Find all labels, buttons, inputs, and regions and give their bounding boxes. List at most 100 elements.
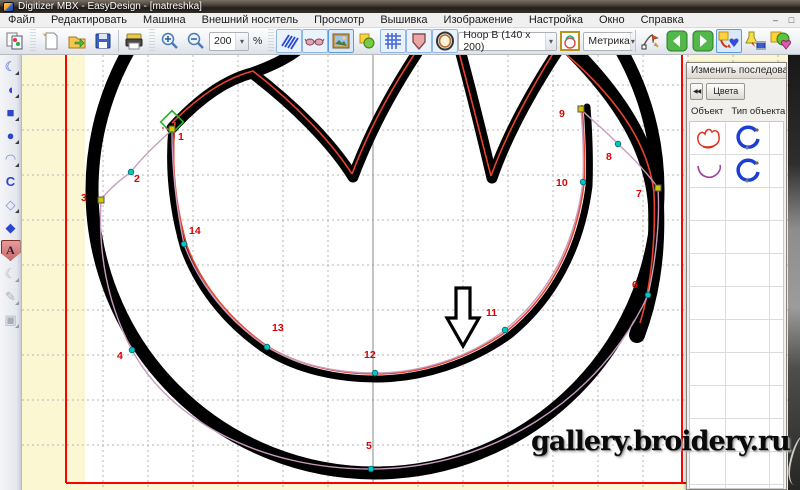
node-dot-2[interactable]	[128, 169, 134, 175]
node-dot-5[interactable]	[368, 466, 374, 472]
resequence-panel-titlebar[interactable]: Изменить последовате... ✕	[687, 63, 786, 79]
resequence-panel-title: Изменить последовате...	[691, 65, 786, 76]
menu-embroidery[interactable]: Вышивка	[372, 13, 435, 28]
grid-toggle-icon[interactable]	[380, 29, 406, 53]
punch-fill-blob-tool[interactable]: ◖	[1, 79, 21, 100]
mdi-minimize-button[interactable]: –	[769, 15, 782, 25]
node-dot-14[interactable]	[181, 241, 187, 247]
show-backdrop-icon[interactable]	[328, 29, 354, 53]
open-shape-tool[interactable]: ◇	[1, 194, 21, 215]
main-toolbar: 200 ▾ % Hoop B (140 x 200) ▾	[0, 28, 800, 55]
node-dot-11[interactable]	[502, 327, 508, 333]
zoom-level-combo[interactable]: 200 ▾	[209, 32, 249, 51]
design-thumbnail-icon[interactable]	[557, 29, 583, 53]
empty-object-row[interactable]	[690, 485, 783, 489]
object-row-2[interactable]	[690, 155, 783, 188]
chevron-down-icon[interactable]: ▾	[630, 33, 635, 50]
column-object: Объект	[691, 106, 723, 117]
desktop-edge-strip	[788, 55, 800, 490]
menu-machine[interactable]: Машина	[135, 13, 194, 28]
menu-edit[interactable]: Редактировать	[43, 13, 135, 28]
thread-colors-icon[interactable]	[742, 29, 768, 53]
node-square-1[interactable]	[169, 126, 175, 132]
new-design-icon[interactable]	[38, 29, 64, 53]
convert-to-embroidery-icon[interactable]	[716, 29, 742, 53]
menu-settings[interactable]: Настройка	[521, 13, 591, 28]
menu-external-media[interactable]: Внешний носитель	[194, 13, 306, 28]
camera-tool-disabled: ▣	[1, 309, 21, 330]
menu-image[interactable]: Изображение	[436, 13, 521, 28]
menu-file[interactable]: Файл	[0, 13, 43, 28]
node-dot-6[interactable]	[645, 292, 651, 298]
empty-object-row[interactable]	[690, 254, 783, 287]
empty-object-row[interactable]	[690, 320, 783, 353]
show-shapes-icon[interactable]	[354, 29, 380, 53]
title-bar[interactable]: Digitizer MBX - EasyDesign - [matreshka]	[0, 0, 800, 13]
node-label-1: 1	[178, 131, 184, 143]
punch-outline-rect-tool[interactable]: ■	[1, 102, 21, 123]
node-dot-8[interactable]	[615, 141, 621, 147]
node-label-3: 3	[81, 192, 87, 204]
node-square-3[interactable]	[98, 197, 104, 203]
units-combo[interactable]: Метрика ▾	[583, 32, 633, 51]
stitch-view-icon[interactable]	[276, 29, 302, 53]
node-dot-13[interactable]	[264, 344, 270, 350]
node-square-9[interactable]	[578, 106, 584, 112]
next-object-icon[interactable]	[690, 29, 716, 53]
prev-object-icon[interactable]	[664, 29, 690, 53]
node-dot-12[interactable]	[372, 370, 378, 376]
empty-object-row[interactable]	[690, 287, 783, 320]
empty-object-row[interactable]	[690, 188, 783, 221]
node-label-14: 14	[189, 225, 201, 237]
zoom-in-icon[interactable]	[157, 29, 183, 53]
chevron-down-icon[interactable]: ▾	[235, 33, 248, 50]
chevron-down-icon[interactable]: ▾	[545, 33, 557, 50]
hoop-ring-icon[interactable]	[432, 29, 458, 53]
column-object-type: Тип объекта	[731, 106, 785, 117]
reshape-icon[interactable]	[638, 29, 664, 53]
edit-extra-icon[interactable]	[794, 29, 800, 53]
app-icon	[3, 2, 14, 12]
menu-window[interactable]: Окно	[591, 13, 633, 28]
menu-help[interactable]: Справка	[633, 13, 692, 28]
design-canvas[interactable]: 1234567891011121314	[22, 55, 788, 490]
node-label-2: 2	[134, 173, 140, 185]
application-window: Digitizer MBX - EasyDesign - [matreshka]…	[0, 0, 800, 490]
units-value: Метрика	[588, 35, 630, 47]
zoom-out-icon[interactable]	[183, 29, 209, 53]
hoop-select-combo[interactable]: Hoop B (140 x 200) ▾	[458, 32, 557, 51]
node-dot-4[interactable]	[129, 347, 135, 353]
switch-design-icon[interactable]	[2, 29, 28, 53]
pen-tool-disabled: ✎	[1, 286, 21, 307]
lettering-tool[interactable]: A	[1, 240, 21, 261]
menu-bar: Файл Редактировать Машина Внешний носите…	[0, 13, 800, 28]
mdi-restore-button[interactable]: □	[785, 15, 798, 25]
node-label-9: 9	[559, 108, 565, 120]
empty-object-row[interactable]	[690, 221, 783, 254]
empty-object-row[interactable]	[690, 353, 783, 386]
open-curve-tool[interactable]: ◠	[1, 148, 21, 169]
node-label-12: 12	[364, 349, 376, 361]
overlap-order-icon[interactable]	[768, 29, 794, 53]
print-icon[interactable]	[121, 29, 147, 53]
menu-view[interactable]: Просмотр	[306, 13, 372, 28]
trueview-glasses-icon[interactable]	[302, 29, 328, 53]
colors-button[interactable]: Цвета	[706, 83, 745, 100]
closed-curve-tool[interactable]: C	[1, 171, 21, 192]
node-label-8: 8	[606, 151, 612, 163]
object-row-1[interactable]	[690, 122, 783, 155]
punch-tool-disabled: ☾	[1, 263, 21, 284]
closed-curve-icon	[726, 155, 770, 187]
hoop-shield-icon[interactable]	[406, 29, 432, 53]
node-dot-10[interactable]	[580, 179, 586, 185]
open-design-icon[interactable]	[64, 29, 90, 53]
closed-shape-tool[interactable]: ◆	[1, 217, 21, 238]
empty-object-row[interactable]	[690, 386, 783, 419]
resequence-back-button[interactable]: ◀◀	[690, 83, 703, 100]
punch-outline-crescent-tool[interactable]: ☾	[1, 56, 21, 77]
punch-fill-circle-tool[interactable]: ●	[1, 125, 21, 146]
node-label-13: 13	[272, 322, 284, 334]
node-square-7[interactable]	[655, 185, 661, 191]
node-label-11: 11	[486, 307, 497, 319]
save-design-icon[interactable]	[90, 29, 116, 53]
